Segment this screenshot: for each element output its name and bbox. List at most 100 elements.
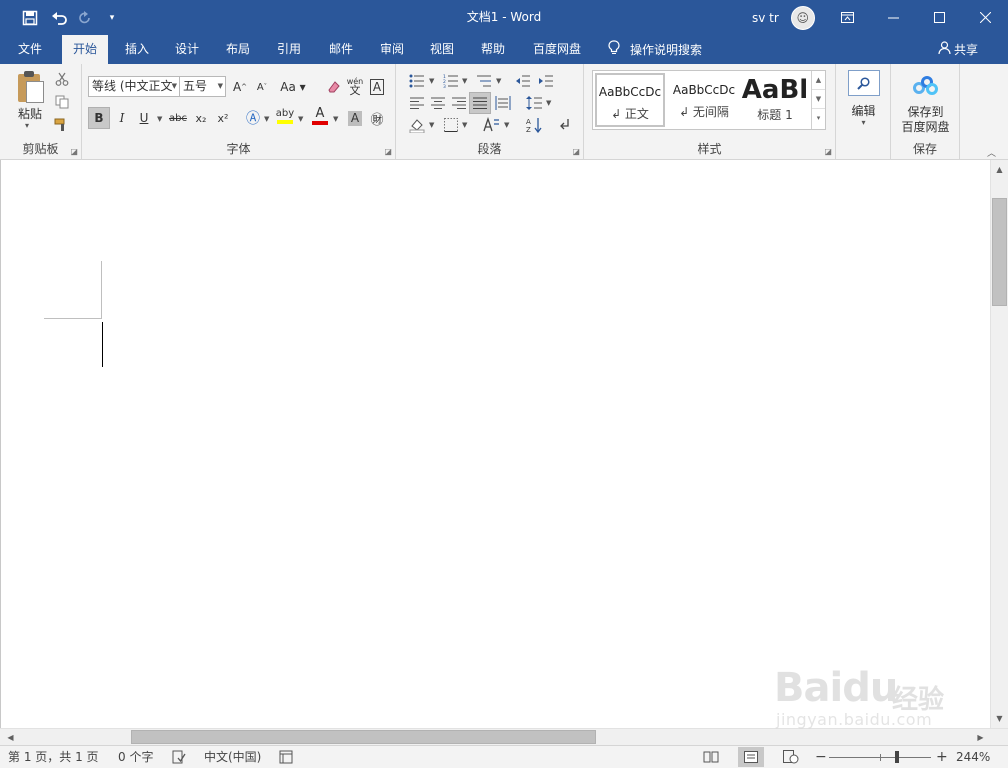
borders-icon[interactable] [440,114,462,136]
change-case-icon[interactable]: Aa ▾ [278,76,308,98]
bullets-icon[interactable] [406,70,428,92]
clear-formatting-icon[interactable] [323,76,345,98]
search-icon[interactable] [848,70,880,96]
character-shading-icon[interactable]: A [344,107,366,129]
tell-me-search[interactable]: 操作说明搜索 [608,35,702,64]
bold-button[interactable]: B [88,107,110,129]
numbering-dropdown-icon[interactable]: ▼ [462,77,467,85]
tab-file[interactable]: 文件 [8,35,52,64]
tab-layout[interactable]: 布局 [217,35,259,64]
vertical-scroll-thumb[interactable] [992,198,1007,306]
scroll-up-icon[interactable]: ▲ [991,161,1008,178]
editing-group[interactable]: 编辑 ▾ [836,64,891,160]
read-mode-icon[interactable] [698,747,724,767]
font-size-combo[interactable]: 五号 ▼ [179,76,226,97]
tab-mailings[interactable]: 邮件 [320,35,362,64]
strikethrough-button[interactable]: abc [166,107,190,129]
tab-view[interactable]: 视图 [421,35,463,64]
subscript-button[interactable]: x₂ [190,107,212,129]
vertical-scrollbar[interactable]: ▲ ▼ [990,160,1008,728]
macro-record-icon[interactable] [279,746,293,768]
shading-dropdown-icon[interactable]: ▼ [429,121,434,129]
horizontal-scrollbar[interactable]: ◀ ▶ [0,728,1008,745]
tab-review[interactable]: 审阅 [371,35,413,64]
enclose-characters-icon[interactable]: ㊖ [366,107,388,129]
format-painter-icon[interactable] [52,116,72,134]
italic-button[interactable]: I [111,107,133,129]
justify-icon[interactable] [469,92,491,114]
asian-layout-dropdown-icon[interactable]: ▼ [504,121,509,129]
character-border-icon[interactable]: A [366,76,388,98]
undo-icon[interactable] [45,0,75,35]
style-heading-1[interactable]: AaBl 标题 1 [741,73,809,127]
underline-button[interactable]: U [133,107,155,129]
zoom-out-button[interactable]: − [815,746,827,768]
style-no-spacing[interactable]: AaBbCcDc ↲ 无间隔 [669,73,739,127]
zoom-in-button[interactable]: + [936,746,948,768]
tab-design[interactable]: 设计 [166,35,208,64]
redo-icon[interactable] [75,0,95,35]
tab-home[interactable]: 开始 [62,35,108,64]
baidu-netdisk-icon[interactable] [911,74,939,96]
font-dialog-launcher-icon[interactable]: ◪ [384,147,392,156]
collapse-ribbon-icon[interactable]: ︿ [987,146,996,159]
cut-icon[interactable] [52,70,72,88]
save-icon[interactable] [15,0,45,35]
font-color-dropdown-icon[interactable]: ▼ [333,115,338,123]
language-indicator[interactable]: 中文(中国) [204,746,261,768]
style-normal[interactable]: AaBbCcDc ↲ 正文 [595,73,665,127]
paragraph-dialog-launcher-icon[interactable]: ◪ [572,147,580,156]
ribbon-display-options-icon[interactable] [824,0,870,35]
tab-insert[interactable]: 插入 [116,35,158,64]
shading-icon[interactable] [406,114,428,136]
proofing-icon[interactable] [172,746,186,768]
chevron-down-icon[interactable]: ▼ [172,77,177,96]
align-right-icon[interactable] [448,92,470,114]
clipboard-dialog-launcher-icon[interactable]: ◪ [70,147,78,156]
multilevel-list-icon[interactable] [473,70,495,92]
multilevel-dropdown-icon[interactable]: ▼ [496,77,501,85]
scroll-down-icon[interactable]: ▼ [991,710,1008,727]
bullets-dropdown-icon[interactable]: ▼ [429,77,434,85]
borders-dropdown-icon[interactable]: ▼ [462,121,467,129]
align-left-icon[interactable] [406,92,428,114]
line-spacing-dropdown-icon[interactable]: ▼ [546,99,551,107]
decrease-indent-icon[interactable] [512,70,534,92]
chevron-up-icon[interactable]: ▲ [812,71,825,90]
paste-icon[interactable] [16,70,44,104]
close-icon[interactable] [962,0,1008,35]
minimize-icon[interactable] [870,0,916,35]
align-center-icon[interactable] [427,92,449,114]
superscript-button[interactable]: x² [212,107,234,129]
increase-indent-icon[interactable] [535,70,557,92]
scroll-left-icon[interactable]: ◀ [2,729,19,745]
numbering-icon[interactable]: 123 [440,70,462,92]
editing-dropdown-icon[interactable]: ▾ [836,118,891,127]
underline-dropdown-icon[interactable]: ▼ [157,115,162,123]
copy-icon[interactable] [52,93,72,111]
horizontal-scroll-thumb[interactable] [131,730,596,744]
paste-dropdown-icon[interactable]: ▾ [25,121,29,130]
tab-baidu-netdisk[interactable]: 百度网盘 [527,35,587,64]
user-account[interactable]: sv tr ☺ [752,0,815,35]
save-to-netdisk-button[interactable]: 保存到 百度网盘 [891,105,960,135]
show-formatting-marks-icon[interactable] [554,114,576,136]
document-canvas[interactable] [0,160,990,728]
phonetic-guide-icon[interactable]: wén 文 [344,75,366,97]
chevron-down-icon[interactable]: ▼ [812,90,825,109]
scroll-right-icon[interactable]: ▶ [972,729,989,745]
text-effects-icon[interactable]: Ⓐ [242,107,264,129]
asian-layout-icon[interactable] [480,114,504,136]
line-spacing-icon[interactable] [523,92,545,114]
chevron-down-icon[interactable]: ▼ [218,77,223,96]
grow-font-icon[interactable]: A ^ [229,76,251,98]
editing-button-label[interactable]: 编辑 [836,102,891,119]
distributed-icon[interactable] [492,92,514,114]
print-layout-icon[interactable] [738,747,764,767]
styles-dialog-launcher-icon[interactable]: ◪ [824,147,832,156]
avatar[interactable]: ☺ [790,5,815,30]
tab-help[interactable]: 帮助 [472,35,514,64]
zoom-slider-thumb[interactable] [895,751,899,763]
web-layout-icon[interactable] [778,747,804,767]
maximize-icon[interactable] [916,0,962,35]
